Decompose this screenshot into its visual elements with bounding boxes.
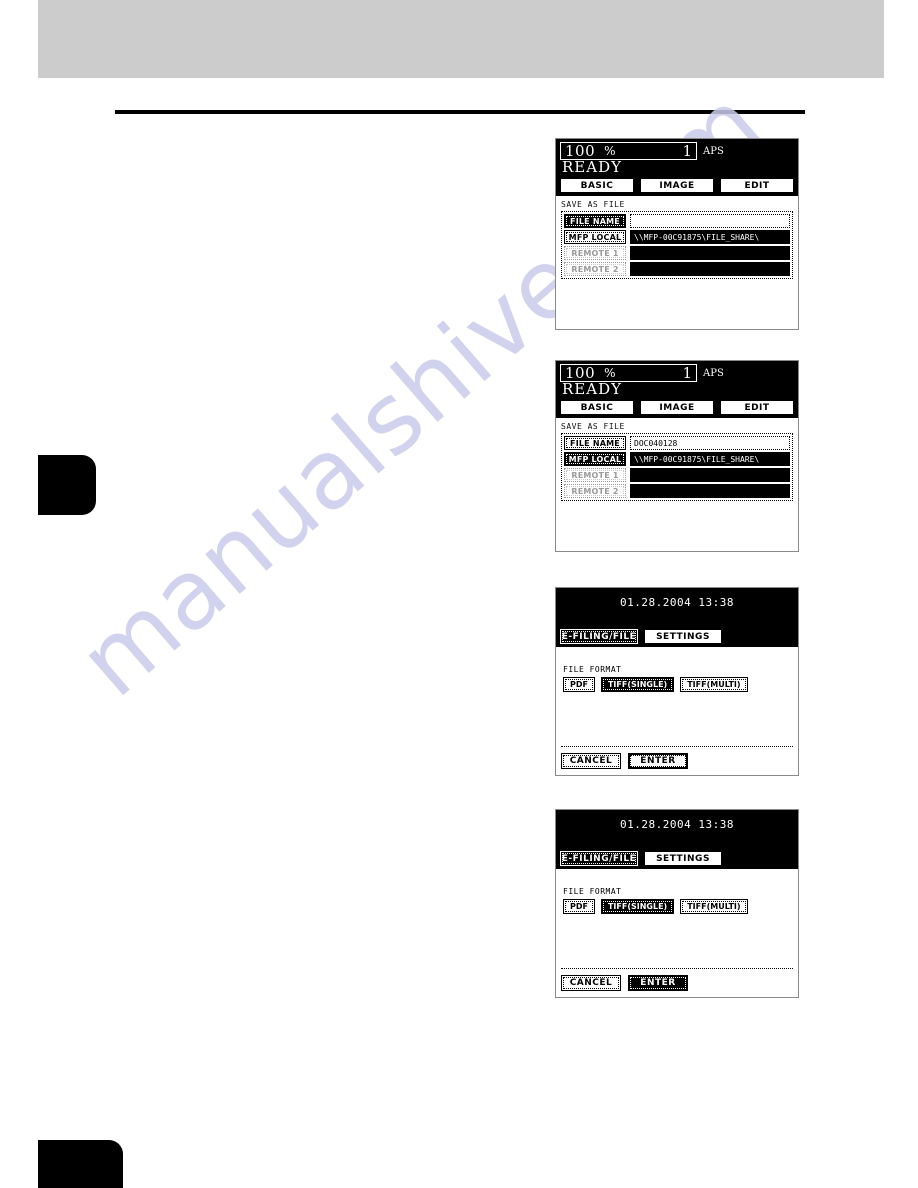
- section-label: SAVE AS FILE: [561, 422, 625, 431]
- enter-button[interactable]: ENTER: [628, 975, 688, 991]
- remote-2-button[interactable]: REMOTE 2: [564, 262, 626, 276]
- action-separator: [561, 968, 793, 969]
- file-format-label: FILE FORMAT: [563, 887, 622, 896]
- row-remote-1: REMOTE 1: [564, 468, 790, 482]
- tab-e-filing-file[interactable]: E-FILING/FILE: [560, 629, 638, 644]
- enter-button[interactable]: ENTER: [628, 753, 688, 769]
- row-remote-1: REMOTE 1: [564, 246, 790, 260]
- lcd-panel-file-format-focused: 01.28.2004 13:38 E-FILING/FILE SETTINGS …: [555, 587, 799, 776]
- remote-1-button[interactable]: REMOTE 1: [564, 468, 626, 482]
- section-label: SAVE AS FILE: [561, 200, 625, 209]
- file-name-value[interactable]: [630, 214, 790, 228]
- lcd-status-area: 01.28.2004 13:38 E-FILING/FILE SETTINGS: [556, 810, 798, 869]
- tab-strip: E-FILING/FILE SETTINGS: [556, 851, 798, 866]
- copy-count: 1: [682, 363, 692, 382]
- lcd-status-area: 01.28.2004 13:38 E-FILING/FILE SETTINGS: [556, 588, 798, 647]
- remote-1-button[interactable]: REMOTE 1: [564, 246, 626, 260]
- lcd-body: FILE FORMAT PDF TIFF(SINGLE) TIFF(MULTI)…: [556, 869, 798, 997]
- cancel-button[interactable]: CANCEL: [561, 975, 621, 991]
- row-file-name: FILE NAME DOC040128: [564, 436, 790, 450]
- machine-state-label: READY: [562, 380, 623, 398]
- lcd-status-area: 100 % 1 APS READY BASIC IMAGE EDIT: [556, 361, 798, 418]
- lcd-body: FILE FORMAT PDF TIFF(SINGLE) TIFF(MULTI)…: [556, 647, 798, 775]
- destination-frame: FILE NAME MFP LOCAL \\MFP-00C91875\FILE_…: [561, 211, 793, 279]
- datetime-label: 01.28.2004 13:38: [620, 818, 734, 831]
- format-option-tiff-multi[interactable]: TIFF(MULTI): [680, 677, 748, 692]
- row-mfp-local: MFP LOCAL \\MFP-00C91875\FILE_SHARE\: [564, 230, 790, 244]
- format-option-pdf[interactable]: PDF: [563, 899, 595, 914]
- zoom-value: 100: [565, 141, 596, 160]
- destination-frame: FILE NAME DOC040128 MFP LOCAL \\MFP-00C9…: [561, 433, 793, 501]
- copy-count: 1: [682, 141, 692, 160]
- tab-image[interactable]: IMAGE: [640, 178, 714, 193]
- tab-strip: BASIC IMAGE EDIT: [556, 178, 798, 193]
- remote-2-button[interactable]: REMOTE 2: [564, 484, 626, 498]
- mfp-local-button[interactable]: MFP LOCAL: [564, 230, 626, 244]
- chapter-side-tab: [38, 455, 96, 515]
- remote-1-path: [630, 246, 790, 260]
- tab-strip: BASIC IMAGE EDIT: [556, 400, 798, 415]
- file-name-value[interactable]: DOC040128: [630, 436, 790, 450]
- zoom-value: 100: [565, 363, 596, 382]
- tab-settings[interactable]: SETTINGS: [644, 851, 722, 866]
- paper-mode-label: APS: [703, 145, 724, 157]
- lcd-panel-save-as-file-empty: 100 % 1 APS READY BASIC IMAGE EDIT SAVE …: [555, 138, 799, 330]
- format-option-pdf[interactable]: PDF: [563, 677, 595, 692]
- row-remote-2: REMOTE 2: [564, 262, 790, 276]
- header-divider-rule: [115, 110, 805, 114]
- file-name-button[interactable]: FILE NAME: [564, 214, 626, 228]
- mfp-local-path: \\MFP-00C91875\FILE_SHARE\: [630, 452, 790, 466]
- action-separator: [561, 746, 793, 747]
- tab-basic[interactable]: BASIC: [560, 178, 634, 193]
- action-row: CANCEL ENTER: [561, 753, 688, 769]
- mfp-local-button[interactable]: MFP LOCAL: [564, 452, 626, 466]
- file-format-options: PDF TIFF(SINGLE) TIFF(MULTI): [561, 677, 793, 692]
- page-header-band: [38, 0, 884, 78]
- machine-state-label: READY: [562, 158, 623, 176]
- format-option-tiff-multi[interactable]: TIFF(MULTI): [680, 899, 748, 914]
- cancel-button[interactable]: CANCEL: [561, 753, 621, 769]
- format-option-tiff-single[interactable]: TIFF(SINGLE): [600, 677, 675, 692]
- remote-2-path: [630, 484, 790, 498]
- lcd-body: SAVE AS FILE FILE NAME MFP LOCAL \\MFP-0…: [556, 196, 798, 329]
- datetime-label: 01.28.2004 13:38: [620, 596, 734, 609]
- remote-2-path: [630, 262, 790, 276]
- tab-strip: E-FILING/FILE SETTINGS: [556, 629, 798, 644]
- file-format-label: FILE FORMAT: [563, 665, 622, 674]
- row-remote-2: REMOTE 2: [564, 484, 790, 498]
- lcd-body: SAVE AS FILE FILE NAME DOC040128 MFP LOC…: [556, 418, 798, 551]
- paper-mode-label: APS: [703, 367, 724, 379]
- file-name-button[interactable]: FILE NAME: [564, 436, 626, 450]
- remote-1-path: [630, 468, 790, 482]
- row-mfp-local: MFP LOCAL \\MFP-00C91875\FILE_SHARE\: [564, 452, 790, 466]
- tab-image[interactable]: IMAGE: [640, 400, 714, 415]
- percent-symbol: %: [604, 366, 616, 380]
- lcd-status-area: 100 % 1 APS READY BASIC IMAGE EDIT: [556, 139, 798, 196]
- status-row: 100 % 1 APS: [556, 139, 798, 160]
- action-row: CANCEL ENTER: [561, 975, 688, 991]
- status-row: 100 % 1 APS: [556, 361, 798, 382]
- percent-symbol: %: [604, 144, 616, 158]
- tab-basic[interactable]: BASIC: [560, 400, 634, 415]
- file-format-options: PDF TIFF(SINGLE) TIFF(MULTI): [561, 899, 793, 914]
- mfp-local-path: \\MFP-00C91875\FILE_SHARE\: [630, 230, 790, 244]
- lcd-panel-save-as-file-named: 100 % 1 APS READY BASIC IMAGE EDIT SAVE …: [555, 360, 799, 552]
- tab-edit[interactable]: EDIT: [720, 178, 794, 193]
- row-file-name: FILE NAME: [564, 214, 790, 228]
- format-option-tiff-single[interactable]: TIFF(SINGLE): [600, 899, 675, 914]
- tab-e-filing-file[interactable]: E-FILING/FILE: [560, 851, 638, 866]
- tab-edit[interactable]: EDIT: [720, 400, 794, 415]
- lcd-panel-file-format-pressed: 01.28.2004 13:38 E-FILING/FILE SETTINGS …: [555, 809, 799, 998]
- page-number-block: [38, 1140, 123, 1188]
- tab-settings[interactable]: SETTINGS: [644, 629, 722, 644]
